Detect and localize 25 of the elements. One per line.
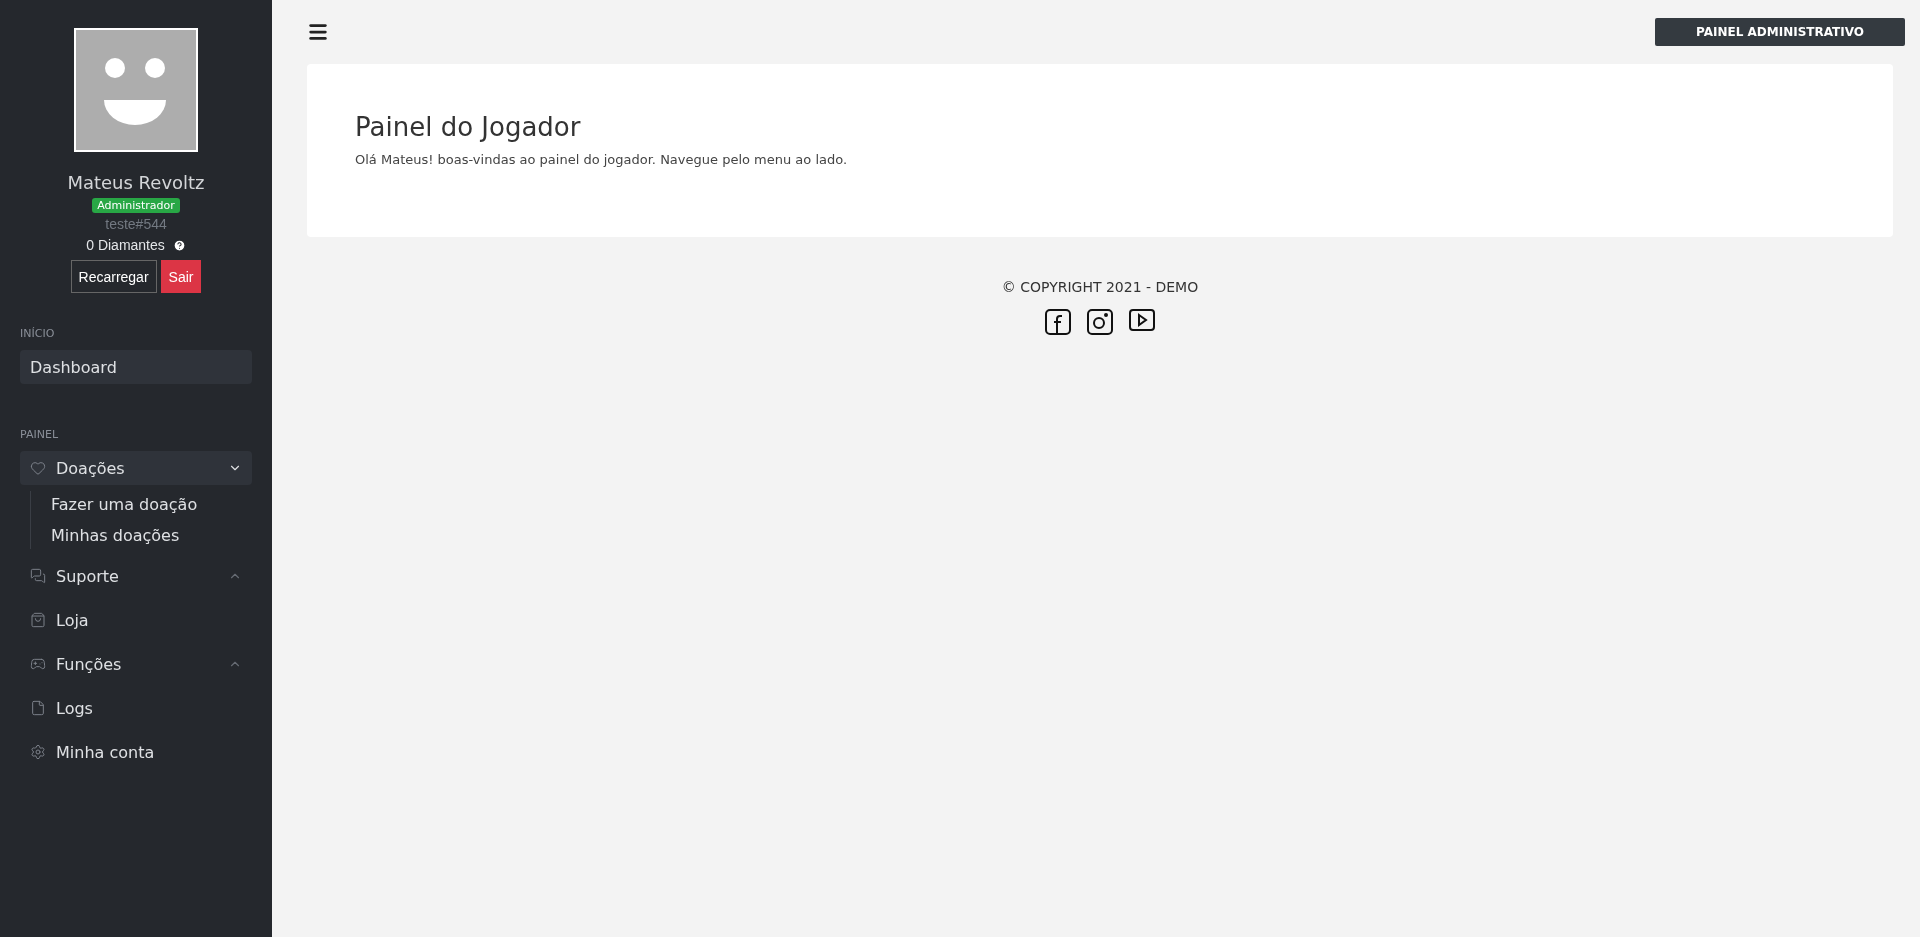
help-icon[interactable] [172, 238, 186, 252]
logout-button[interactable]: Sair [160, 260, 202, 293]
reload-button[interactable]: Recarregar [70, 260, 157, 293]
section-title: INÍCIO [20, 327, 56, 340]
submenu-item[interactable]: Minhas doações [51, 526, 252, 545]
menu-item[interactable]: Dashboard [20, 350, 252, 384]
welcome-text: Olá Mateus! boas-vindas ao painel do jogador. Navegue pelo menu ao lado. [355, 152, 849, 167]
instagram-icon[interactable] [1087, 309, 1113, 335]
diamond-count: 0 Diamantes [86, 237, 165, 253]
user-tag: teste#544 [105, 216, 167, 232]
menu-item[interactable]: Suporte [20, 559, 252, 593]
admin-panel-button[interactable]: PAINEL ADMINISTRATIVO [1655, 18, 1905, 46]
play-icon[interactable] [1129, 309, 1155, 331]
menu-item[interactable]: Logs [20, 691, 252, 725]
menu-item[interactable]: Funções [20, 647, 252, 681]
section-title: PAINEL [20, 428, 59, 441]
menu-item[interactable]: Minha conta [20, 735, 252, 769]
copyright-text: © COPYRIGHT 2021 - DEMO [1001, 279, 1199, 295]
menu-item[interactable]: Loja [20, 603, 252, 637]
page-title: Painel do Jogador [355, 112, 582, 142]
user-name: Mateus Revoltz [67, 172, 205, 193]
menu-item[interactable]: Doações [20, 451, 252, 485]
role-badge: Administrador [92, 198, 180, 213]
submenu-item[interactable]: Fazer uma doação [51, 495, 252, 514]
facebook-icon[interactable] [1045, 309, 1071, 335]
